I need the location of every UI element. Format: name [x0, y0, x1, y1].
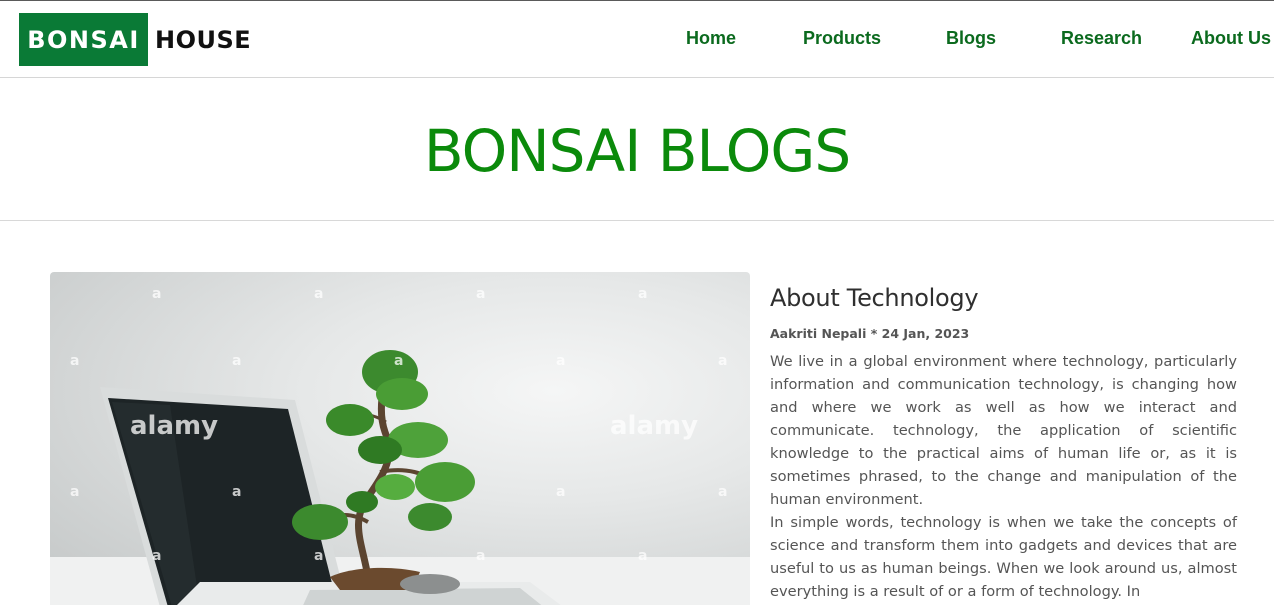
watermark-a: a — [556, 353, 565, 369]
watermark-a: a — [232, 353, 241, 369]
watermark-a: a — [394, 353, 403, 369]
article-meta: Aakriti Nepali * 24 Jan, 2023 — [770, 326, 970, 341]
article-body: We live in a global environment where te… — [770, 350, 1237, 603]
article-paragraph: We live in a global environment where te… — [770, 353, 1237, 508]
watermark-a: a — [476, 548, 485, 564]
nav-home[interactable]: Home — [686, 28, 736, 49]
watermark-a: a — [70, 484, 79, 500]
site-header: BONSAI HOUSE Home Products Blogs Researc… — [0, 1, 1274, 78]
watermark-a: a — [718, 353, 727, 369]
watermark-a: a — [556, 484, 565, 500]
watermark-a: a — [70, 353, 79, 369]
watermark-a: a — [638, 548, 647, 564]
watermark-a: a — [152, 548, 161, 564]
blog-image[interactable]: a a a a a a a a a alamy alamy a a a a a … — [50, 272, 750, 605]
watermark-a: a — [232, 484, 241, 500]
article-title[interactable]: About Technology — [770, 284, 1237, 312]
watermark-alamy: alamy — [130, 411, 218, 441]
nav-research[interactable]: Research — [1061, 28, 1142, 49]
watermark-a: a — [638, 286, 647, 302]
watermark-alamy: alamy — [610, 411, 698, 441]
hero-section: BONSAI BLOGS — [0, 79, 1274, 221]
watermark-a: a — [152, 286, 161, 302]
watermark-a: a — [314, 286, 323, 302]
blog-article: About Technology Aakriti Nepali * 24 Jan… — [770, 284, 1237, 603]
watermark-a: a — [476, 286, 485, 302]
article-paragraph: In simple words, technology is when we t… — [770, 514, 1237, 600]
bonsai-laptop-illustration: a a a a a a a a a alamy alamy a a a a a … — [50, 286, 750, 605]
nav-products[interactable]: Products — [803, 28, 881, 49]
page-title: BONSAI BLOGS — [423, 117, 851, 185]
nav-about-us[interactable]: About Us — [1191, 28, 1271, 49]
watermark-a: a — [314, 548, 323, 564]
watermark-a: a — [718, 484, 727, 500]
nav-blogs[interactable]: Blogs — [946, 28, 996, 49]
main-nav: Home Products Blogs Research About Us — [0, 28, 1274, 52]
